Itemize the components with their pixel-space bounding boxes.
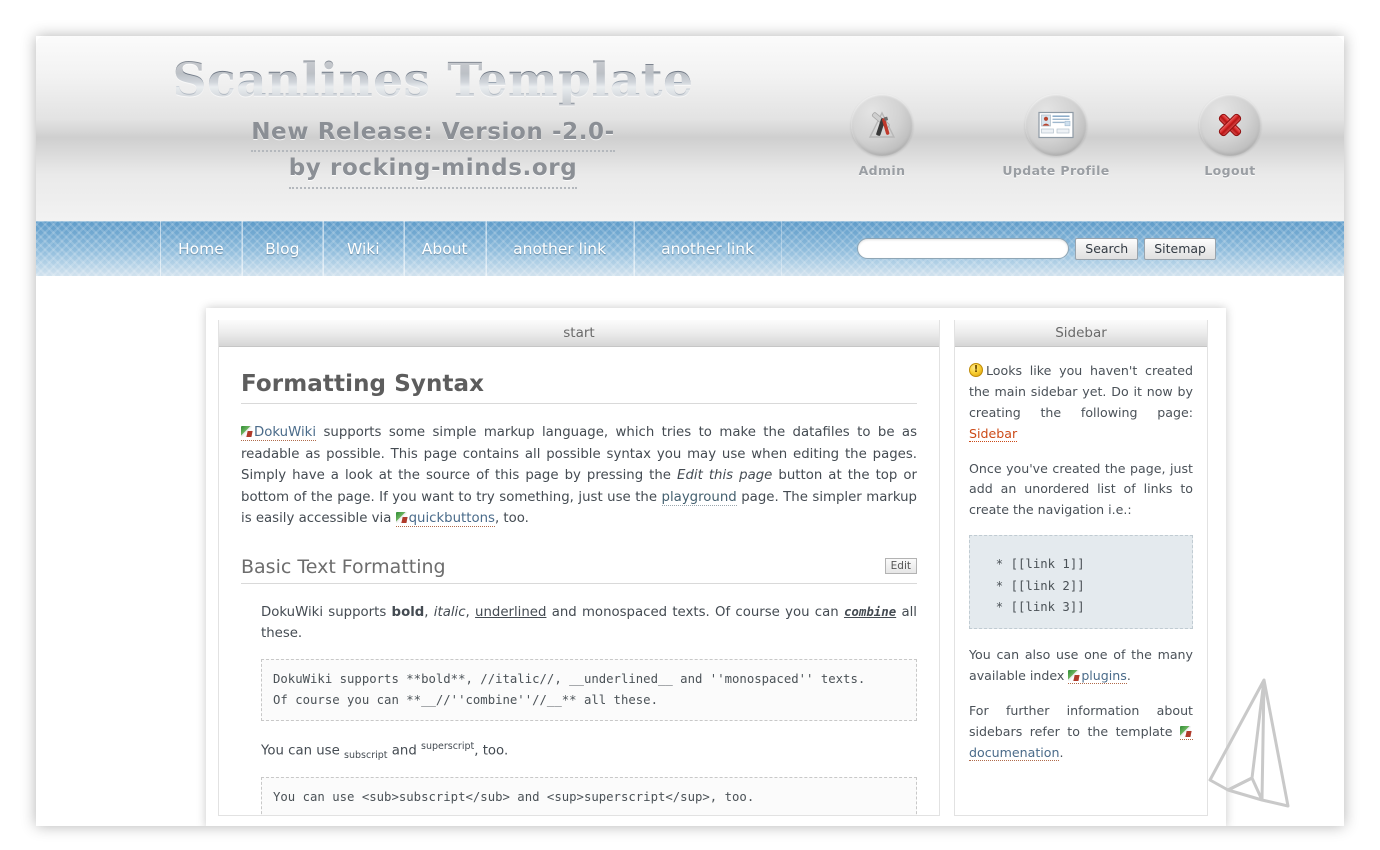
id-card-icon: [1038, 111, 1074, 139]
site-subtitle-line-2: by rocking-minds.org: [288, 152, 578, 190]
search-input[interactable]: [857, 238, 1070, 259]
fmt-text-1: DokuWiki supports: [261, 604, 392, 620]
interwiki-icon: [1068, 669, 1080, 681]
admin-button[interactable]: Admin: [826, 94, 938, 178]
sidebar-paragraph-3: You can also use one of the many availab…: [969, 645, 1193, 687]
playground-link[interactable]: playground: [661, 489, 737, 506]
logout-icon-circle: [1199, 94, 1261, 156]
page-frame: Scanlines Template New Release: Version …: [36, 36, 1344, 826]
main-navigation: Home Blog Wiki About another link anothe…: [36, 221, 1344, 276]
nav-item-home[interactable]: Home: [160, 221, 242, 276]
basic-formatting-section: Edit Basic Text Formatting: [241, 556, 917, 584]
site-subtitle-line-1: New Release: Version -2.0-: [251, 116, 615, 153]
search-button[interactable]: Search: [1075, 237, 1139, 260]
sidebar-body: Looks like you haven't created the main …: [955, 347, 1207, 763]
sidebar-panel: Sidebar Looks like you haven't created t…: [954, 320, 1208, 816]
sidebar-panel-title: Sidebar: [955, 320, 1207, 347]
intro-text-4: , too.: [494, 511, 529, 527]
bold-sample: bold: [391, 604, 425, 620]
nav-item-another-link-2[interactable]: another link: [633, 221, 782, 276]
dokuwiki-link[interactable]: DokuWiki: [241, 425, 317, 441]
content-body: Formatting Syntax DokuWiki supports some…: [219, 347, 939, 815]
interwiki-icon: [241, 426, 252, 437]
page-root: Scanlines Template New Release: Version …: [0, 0, 1380, 850]
quickbuttons-link[interactable]: quickbuttons: [395, 511, 495, 528]
site-title: Scanlines Template: [133, 56, 733, 106]
combine-sample: combine: [843, 603, 897, 619]
site-header: Scanlines Template New Release: Version …: [36, 36, 1344, 221]
plugins-link-label: plugins: [1081, 667, 1127, 683]
fmt-text-4: and monospaced texts. Of course you can: [546, 604, 844, 620]
code-block-subsup: You can use <sub>subscript</sub> and <su…: [261, 777, 917, 815]
page-title: Formatting Syntax: [241, 371, 917, 404]
edit-this-page-emphasis: Edit this page: [677, 468, 773, 484]
sitemap-button[interactable]: Sitemap: [1144, 237, 1216, 260]
search-area: Search Sitemap: [857, 237, 1216, 260]
sidebar-p4-text-1: For further information about sidebars r…: [969, 702, 1193, 739]
sidebar-create-link[interactable]: Sidebar: [969, 425, 1018, 442]
fmt-text-2: ,: [424, 604, 434, 620]
nav-item-blog[interactable]: Blog: [241, 221, 323, 276]
section-heading: Basic Text Formatting: [241, 556, 917, 584]
interwiki-icon: [1180, 725, 1191, 737]
main-content-panel: start Formatting Syntax DokuWiki support…: [218, 320, 940, 816]
nav-item-list: Home Blog Wiki About another link anothe…: [160, 221, 782, 276]
code-block-formatting: DokuWiki supports **bold**, //italic//, …: [261, 658, 917, 721]
subsup-text-3: , too.: [474, 743, 509, 759]
subsup-text-2: and: [387, 743, 421, 759]
sidebar-code-block: * [[link 1]] * [[link 2]] * [[link 3]]: [969, 535, 1193, 630]
subscript-paragraph: You can use subscript and superscript, t…: [241, 739, 917, 763]
sidebar-paragraph-2: Once you've created the page, just add a…: [969, 460, 1193, 518]
sidebar-warning: Looks like you haven't created the main …: [969, 361, 1193, 445]
quickbuttons-link-label: quickbuttons: [408, 511, 495, 527]
admin-label: Admin: [858, 163, 906, 178]
header-actions: Admin Update Profile Logout: [826, 94, 1286, 178]
logout-label: Logout: [1204, 163, 1256, 178]
warning-icon: [969, 363, 983, 377]
sidebar-p3-text-2: .: [1126, 667, 1131, 683]
section-edit-button[interactable]: Edit: [884, 557, 917, 574]
content-columns: start Formatting Syntax DokuWiki support…: [206, 308, 1226, 826]
nav-item-another-link-1[interactable]: another link: [485, 221, 634, 276]
sidebar-p4-text-2: .: [1059, 744, 1064, 760]
plugins-link[interactable]: plugins: [1068, 667, 1127, 684]
sidebar-paragraph-4: For further information about sidebars r…: [969, 701, 1193, 764]
admin-icon-circle: [851, 94, 913, 156]
site-logo-block[interactable]: Scanlines Template New Release: Version …: [133, 56, 733, 190]
subscript-sample: subscript: [344, 750, 388, 762]
interwiki-icon: [395, 512, 407, 524]
subsup-text-1: You can use: [261, 743, 345, 759]
documentation-link-label: documenation: [969, 744, 1060, 760]
dokuwiki-link-label: DokuWiki: [254, 425, 317, 440]
formatting-paragraph: DokuWiki supports bold, italic, underlin…: [241, 602, 917, 645]
intro-paragraph: DokuWiki supports some simple markup lan…: [241, 422, 917, 530]
site-subtitle: New Release: Version -2.0- by rocking-mi…: [133, 116, 733, 190]
nav-item-about[interactable]: About: [403, 221, 486, 276]
superscript-sample: superscript: [421, 741, 475, 752]
update-profile-icon-circle: [1025, 94, 1087, 156]
red-x-icon: [1218, 113, 1242, 137]
tools-icon: [868, 111, 896, 138]
update-profile-button[interactable]: Update Profile: [1000, 94, 1112, 178]
italic-sample: italic: [433, 604, 466, 620]
page-wrapper: start Formatting Syntax DokuWiki support…: [36, 276, 1344, 826]
logout-button[interactable]: Logout: [1174, 94, 1286, 178]
fmt-text-3: ,: [465, 604, 476, 620]
underlined-sample: underlined: [475, 604, 547, 620]
nav-item-wiki[interactable]: Wiki: [322, 221, 404, 276]
content-panel-title: start: [219, 320, 939, 347]
sidebar-warning-text: Looks like you haven't created the main …: [969, 363, 1193, 420]
update-profile-label: Update Profile: [1002, 163, 1110, 178]
